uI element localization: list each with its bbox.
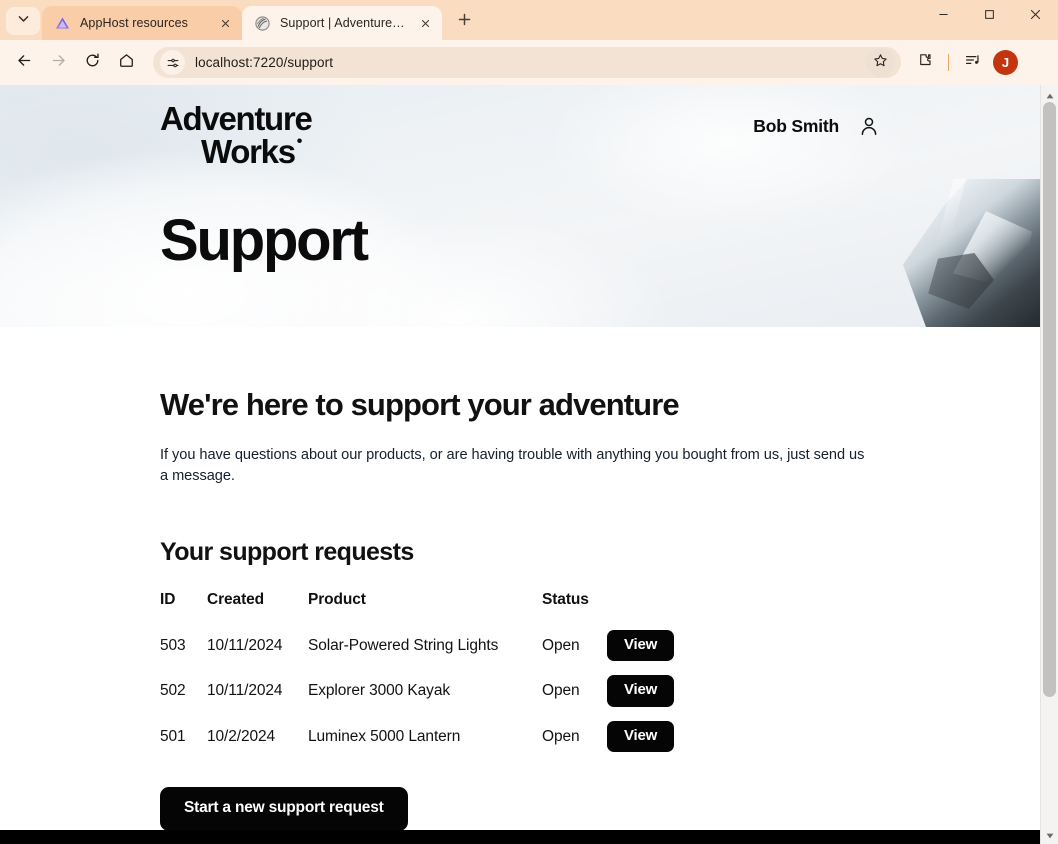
cell-id: 503 xyxy=(160,636,186,654)
back-button[interactable] xyxy=(8,47,40,79)
minimize-button[interactable] xyxy=(920,0,966,32)
url-text[interactable]: localhost:7220/support xyxy=(195,55,866,70)
home-icon xyxy=(118,52,135,74)
extensions-button[interactable] xyxy=(910,47,940,79)
site-header: Adventure Works • Bob Smith xyxy=(0,85,1040,168)
home-button[interactable] xyxy=(110,47,142,79)
tab-title: Support | AdventureWorks xyxy=(280,16,407,30)
support-requests-table: ID Created Product Status 503 10/11/2024… xyxy=(160,591,697,760)
column-header-created: Created xyxy=(207,590,265,608)
table-row: 502 10/11/2024 Explorer 3000 Kayak Open … xyxy=(160,668,697,714)
star-icon xyxy=(873,53,888,73)
minimize-icon xyxy=(938,7,949,25)
maximize-button[interactable] xyxy=(966,0,1012,32)
bookmark-button[interactable] xyxy=(866,48,895,77)
close-icon[interactable] xyxy=(416,14,434,32)
main-heading: We're here to support your adventure xyxy=(160,387,680,422)
tab-apphost-resources[interactable]: AppHost resources xyxy=(42,6,242,40)
tab-search-button[interactable] xyxy=(6,7,40,35)
adventureworks-favicon xyxy=(254,15,271,32)
scroll-down-button[interactable] xyxy=(1041,826,1058,843)
forward-arrow-icon xyxy=(50,52,67,74)
person-icon[interactable] xyxy=(858,115,880,137)
cell-product: Explorer 3000 Kayak xyxy=(308,682,450,700)
view-request-button[interactable]: View xyxy=(607,675,675,707)
cell-created: 10/11/2024 xyxy=(207,682,283,700)
reload-icon xyxy=(84,52,101,74)
puzzle-piece-icon xyxy=(917,52,934,74)
cell-status: Open xyxy=(542,636,580,654)
tab-support-adventureworks[interactable]: Support | AdventureWorks xyxy=(242,6,442,40)
address-bar[interactable]: localhost:7220/support xyxy=(153,47,901,78)
close-window-button[interactable] xyxy=(1012,0,1058,32)
cell-status: Open xyxy=(542,727,580,745)
trademark-dot: • xyxy=(296,132,303,150)
intro-paragraph: If you have questions about our products… xyxy=(160,447,865,485)
media-control-button[interactable] xyxy=(957,47,987,79)
cell-status: Open xyxy=(542,682,580,700)
profile-avatar[interactable]: J xyxy=(993,50,1018,75)
tab-title: AppHost resources xyxy=(80,16,188,30)
adventureworks-logo[interactable]: Adventure Works • xyxy=(160,100,313,170)
reload-button[interactable] xyxy=(76,47,108,79)
table-row: 501 10/2/2024 Luminex 5000 Lantern Open … xyxy=(160,714,697,760)
cell-created: 10/2/2024 xyxy=(207,727,276,745)
logo-line-2: Works • xyxy=(201,132,303,170)
support-page: Adventure Works • Bob Smith Support We're… xyxy=(0,85,1040,844)
scroll-down-arrow-icon xyxy=(1046,826,1054,844)
user-name: Bob Smith xyxy=(753,115,839,136)
table-row: 503 10/11/2024 Solar-Powered String Ligh… xyxy=(160,623,697,669)
tune-sliders-icon[interactable] xyxy=(160,50,185,75)
main-content: We're here to support your adventure If … xyxy=(0,387,1040,831)
view-request-button[interactable]: View xyxy=(607,720,675,753)
cell-id: 501 xyxy=(160,727,186,745)
cell-product: Solar-Powered String Lights xyxy=(308,636,499,654)
scroll-up-button[interactable] xyxy=(1041,86,1058,103)
plus-icon xyxy=(458,13,471,31)
column-header-status: Status xyxy=(542,590,589,608)
table-header-row: ID Created Product Status xyxy=(160,591,697,623)
hero-banner: Adventure Works • Bob Smith Support xyxy=(0,85,1040,327)
column-header-product: Product xyxy=(308,590,366,608)
close-icon xyxy=(1030,7,1041,25)
back-arrow-icon xyxy=(16,52,33,74)
scroll-up-arrow-icon xyxy=(1046,86,1054,104)
forward-button[interactable] xyxy=(42,47,74,79)
cell-product: Luminex 5000 Lantern xyxy=(308,727,461,745)
browser-menu-button[interactable] xyxy=(1024,47,1050,81)
page-footer xyxy=(0,830,1040,844)
maximize-icon xyxy=(984,7,995,25)
browser-toolbar: localhost:7220/support J xyxy=(0,40,1058,85)
page-scrollbar[interactable] xyxy=(1040,85,1058,844)
column-header-id: ID xyxy=(160,590,176,608)
start-new-support-request-button[interactable]: Start a new support request xyxy=(160,787,408,831)
user-account[interactable]: Bob Smith xyxy=(753,115,880,137)
view-request-button[interactable]: View xyxy=(607,629,675,662)
close-icon[interactable] xyxy=(216,14,234,32)
page-title: Support xyxy=(160,208,369,274)
chevron-down-icon xyxy=(17,12,30,30)
toolbar-divider xyxy=(948,54,949,71)
tab-strip: AppHost resources Support | AdventureWor… xyxy=(0,0,1058,40)
page-viewport: Adventure Works • Bob Smith Support We're… xyxy=(0,85,1058,844)
window-controls xyxy=(920,0,1058,40)
section-heading-requests: Your support requests xyxy=(160,537,414,566)
cell-id: 502 xyxy=(160,682,186,700)
logo-line-1: Adventure xyxy=(160,100,313,137)
media-playlist-icon xyxy=(964,52,981,74)
browser-window: AppHost resources Support | AdventureWor… xyxy=(0,0,1058,844)
column-header-action xyxy=(607,591,697,623)
triangle-favicon xyxy=(54,15,71,32)
cell-created: 10/11/2024 xyxy=(207,636,283,654)
scrollbar-thumb[interactable] xyxy=(1043,102,1056,697)
new-tab-button[interactable] xyxy=(450,8,478,36)
